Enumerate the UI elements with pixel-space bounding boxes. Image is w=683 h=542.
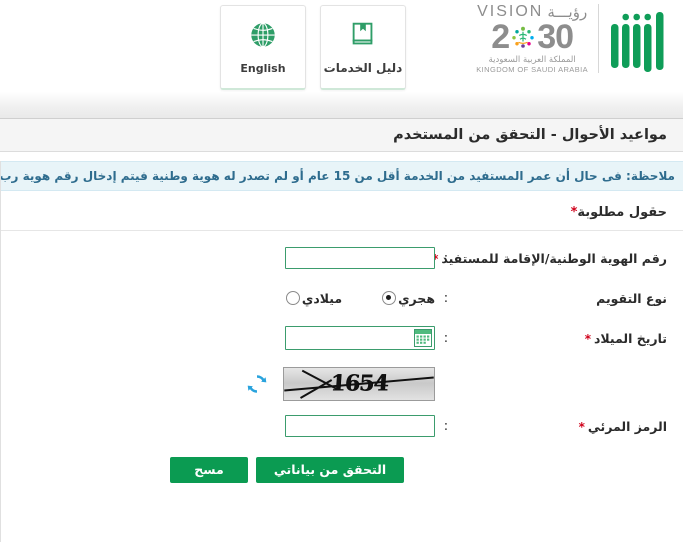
services-guide-label: دليل الخدمات bbox=[323, 61, 403, 75]
captcha-field-wrap bbox=[285, 415, 435, 437]
form-row-birth-date: تاريخ الميلاد* : bbox=[1, 323, 667, 353]
radio-hijri[interactable]: هجري bbox=[382, 291, 435, 306]
captcha-text: 1654 bbox=[329, 370, 389, 397]
verification-form: رقم الهوية الوطنية/الإقامة للمستفيد* : ن… bbox=[1, 231, 683, 483]
birth-date-label: تاريخ الميلاد* bbox=[457, 331, 667, 346]
saudi-palm-emblem-icon bbox=[508, 22, 538, 52]
national-id-input[interactable] bbox=[285, 247, 435, 269]
birth-date-colon: : bbox=[443, 330, 449, 346]
header-quick-buttons: English دليل الخدمات bbox=[220, 5, 406, 90]
required-fields-note: حقول مطلوبة* bbox=[1, 191, 683, 231]
birth-date-label-text: تاريخ الميلاد bbox=[593, 330, 667, 346]
form-row-captcha-input: الرمز المرئي* : bbox=[1, 411, 667, 441]
form-row-national-id: رقم الهوية الوطنية/الإقامة للمستفيد* : bbox=[1, 243, 667, 273]
national-id-colon: : bbox=[443, 250, 449, 266]
vision-year-left: 2 bbox=[491, 18, 510, 56]
birth-date-field-wrap bbox=[285, 326, 435, 350]
birth-date-required-asterisk: * bbox=[584, 331, 591, 346]
language-toggle-label: English bbox=[240, 61, 286, 75]
page-title-bar: مواعيد الأحوال - التحقق من المستخدم bbox=[0, 119, 683, 152]
calendar-type-radio-group: هجري ميلادي bbox=[285, 290, 435, 306]
language-toggle-button[interactable]: English bbox=[220, 5, 306, 90]
vision-subtitle-en: KINGDOM OF SAUDI ARABIA bbox=[476, 64, 588, 74]
captcha-input-label: الرمز المرئي* bbox=[457, 419, 667, 434]
services-guide-button[interactable]: دليل الخدمات bbox=[320, 5, 406, 90]
radio-gregorian[interactable]: ميلادي bbox=[285, 290, 343, 306]
captcha-required-asterisk: * bbox=[578, 419, 585, 434]
form-row-calendar-type: نوع التقويم : هجري ميلادي bbox=[1, 283, 667, 313]
verify-button[interactable]: التحقق من بياناتي bbox=[256, 457, 404, 483]
calendar-type-label: نوع التقويم bbox=[596, 290, 667, 306]
captcha-input[interactable] bbox=[285, 415, 435, 437]
radio-gregorian-dot[interactable] bbox=[285, 291, 300, 305]
vision-word-en: VISION bbox=[477, 3, 544, 20]
info-note-banner: ملاحظة: فى حال أن عمر المستفيد من الخدمة… bbox=[1, 161, 683, 191]
radio-gregorian-label: ميلادي bbox=[301, 290, 343, 306]
national-id-label: رقم الهوية الوطنية/الإقامة للمستفيد* bbox=[432, 251, 667, 266]
radio-hijri-dot[interactable] bbox=[382, 291, 397, 305]
radio-hijri-label: هجري bbox=[398, 290, 435, 306]
captcha-input-label-text: الرمز المرئي bbox=[587, 418, 667, 434]
main-content: ملاحظة: فى حال أن عمر المستفيد من الخدمة… bbox=[0, 161, 683, 542]
form-actions: التحقق من بياناتي مسح bbox=[1, 451, 404, 483]
captcha-display-row: 1654 bbox=[1, 367, 667, 401]
calendar-type-colon: : bbox=[443, 290, 449, 306]
captcha-input-colon: : bbox=[443, 418, 449, 434]
refresh-icon[interactable] bbox=[245, 372, 269, 396]
national-id-label-text: رقم الهوية الوطنية/الإقامة للمستفيد bbox=[441, 250, 667, 266]
header-divider-strip bbox=[0, 92, 683, 119]
absher-logo-icon bbox=[609, 6, 671, 72]
header-logos: VISION رؤيـــة 2 30 المملكة العربية السع… bbox=[470, 3, 675, 74]
globe-icon bbox=[248, 20, 278, 54]
birth-date-input[interactable] bbox=[285, 326, 435, 350]
national-id-field-wrap bbox=[285, 247, 435, 269]
book-icon bbox=[348, 19, 378, 53]
vision-year-right: 30 bbox=[537, 18, 574, 56]
site-header: English دليل الخدمات VISION رؤيـــة 2 30… bbox=[0, 0, 683, 92]
page-title: مواعيد الأحوال - التحقق من المستخدم bbox=[393, 127, 667, 143]
required-fields-label: حقول مطلوبة bbox=[577, 205, 667, 220]
clear-button[interactable]: مسح bbox=[170, 457, 248, 483]
captcha-image: 1654 bbox=[283, 367, 435, 401]
vision-subtitle-ar: المملكة العربية السعودية bbox=[488, 55, 576, 66]
page-root: English دليل الخدمات VISION رؤيـــة 2 30… bbox=[0, 0, 683, 542]
vision-2030-logo: VISION رؤيـــة 2 30 المملكة العربية السع… bbox=[470, 3, 599, 74]
